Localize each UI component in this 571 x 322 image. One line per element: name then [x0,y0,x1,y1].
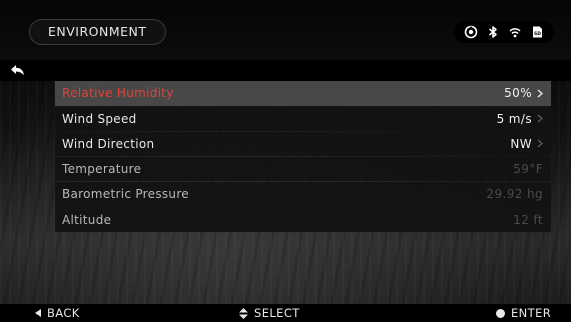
menu-row-label: Wind Speed [62,111,137,126]
menu-row-relative-humidity[interactable]: Relative Humidity 50% [55,81,551,106]
back-arrow-icon[interactable] [10,63,26,77]
back-strip [0,60,571,81]
status-icon-tray: SD [454,21,554,43]
page-title: ENVIRONMENT [29,19,166,45]
menu-row-label: Altitude [62,212,112,227]
sd-card-label: SD [534,31,541,37]
menu-row-wind-direction[interactable]: Wind Direction NW [55,131,551,157]
menu-row-temperature: Temperature 59°F [55,156,551,182]
menu-row-wind-speed[interactable]: Wind Speed 5 m/s [55,106,551,131]
menu-row-label: Wind Direction [62,136,155,151]
select-hint-label: SELECT [254,306,300,320]
menu-row-value: 12 ft [513,212,543,227]
menu-row-value: 5 m/s [496,111,532,126]
menu-row-label: Relative Humidity [62,86,174,101]
sd-card-icon: SD [529,24,545,40]
button-hint-bar: BACK SELECT ENTER [0,304,571,322]
menu-row-value: 59°F [513,162,543,177]
enter-hint-label: ENTER [511,306,552,320]
menu-row-barometric-pressure: Barometric Pressure 29.92 hg [55,182,551,207]
environment-menu: Relative Humidity 50% Wind Speed 5 m/s W… [55,81,551,233]
chevron-right-icon [537,139,543,148]
bluetooth-icon [485,24,501,40]
device-screen: ENVIRONMENT SD Relative Humidity 50% Win… [0,0,571,322]
rangefinder-icon [463,24,479,40]
wifi-icon [507,24,523,40]
enter-hint[interactable]: ENTER [496,306,551,320]
menu-row-value: NW [510,136,532,151]
menu-row-label: Temperature [62,162,142,177]
back-hint-label: BACK [47,306,80,320]
circle-button-icon [496,308,505,318]
select-hint[interactable]: SELECT [239,306,300,320]
back-hint[interactable]: BACK [35,306,80,320]
chevron-right-icon [537,89,543,98]
top-bar: ENVIRONMENT SD [0,0,571,60]
menu-row-label: Barometric Pressure [62,187,189,202]
menu-row-altitude: Altitude 12 ft [55,207,551,232]
menu-row-value: 50% [504,86,532,101]
chevron-right-icon [537,114,543,123]
triangle-left-icon [35,309,41,317]
up-down-arrows-icon [239,307,248,319]
menu-row-value: 29.92 hg [486,187,543,202]
